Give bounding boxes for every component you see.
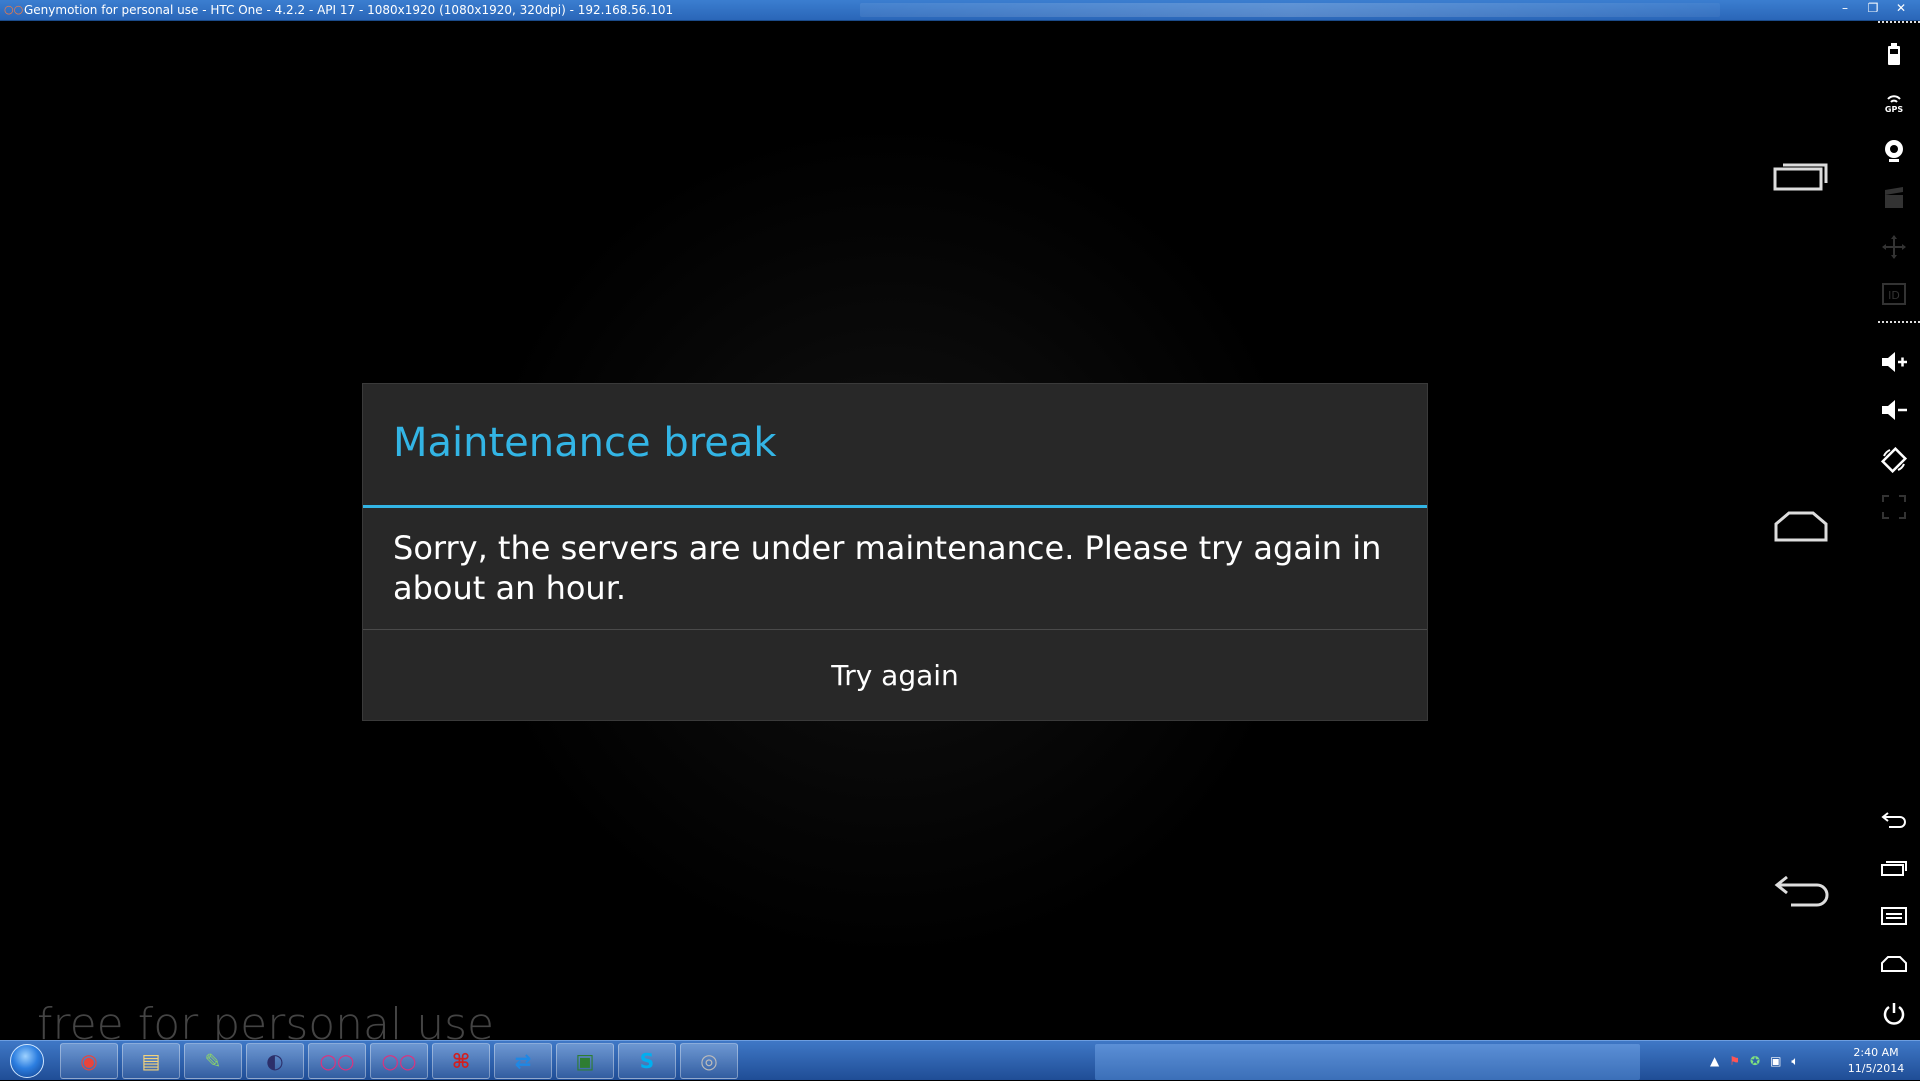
emulator-screen[interactable]: Maintenance break Sorry, the servers are… — [0, 21, 1868, 1050]
adobe-reader-icon: ⌘ — [451, 1049, 471, 1073]
panel-recent-apps-icon[interactable] — [1868, 859, 1920, 877]
security-icon[interactable]: ✪ — [1750, 1054, 1760, 1068]
action-center-flag-icon[interactable]: ⚑ — [1729, 1054, 1740, 1068]
volume-down-icon[interactable] — [1868, 399, 1920, 421]
volume-icon[interactable]: 🔈︎ — [1791, 1054, 1798, 1069]
taskbar-clock[interactable]: 2:40 AM 11/5/2014 — [1836, 1045, 1916, 1077]
back-icon[interactable] — [1773, 869, 1833, 909]
minimize-button[interactable]: – — [1832, 0, 1858, 18]
dialog-message: Sorry, the servers are under maintenance… — [393, 529, 1382, 607]
camera-icon[interactable] — [1868, 139, 1920, 163]
video-capture-icon — [1868, 187, 1920, 209]
taskbar-item-teamviewer[interactable]: ⇄ — [494, 1043, 552, 1079]
power-icon[interactable] — [1868, 1001, 1920, 1027]
window-title: Genymotion for personal use - HTC One - … — [24, 3, 674, 17]
windows-taskbar: ◉ ▤ ✎ ◐ ○○ ○○ ⌘ ⇄ ▣ S ◎ ▲ ⚑ ✪ ▣ 🔈︎ 2:40 AM 11/5/20… — [0, 1040, 1920, 1080]
taskbar-preview-area — [1095, 1044, 1640, 1080]
dialog-title-divider — [363, 505, 1427, 508]
genymotion-shell-icon: ○○ — [381, 1049, 417, 1073]
move-icon — [1868, 235, 1920, 259]
device-id-label: ID — [1888, 289, 1900, 302]
system-tray: ▲ ⚑ ✪ ▣ 🔈︎ — [1710, 1041, 1799, 1081]
maintenance-dialog: Maintenance break Sorry, the servers are… — [362, 383, 1428, 721]
notepad-plus-icon: ✎ — [204, 1049, 222, 1073]
try-again-button[interactable]: Try again — [363, 630, 1427, 721]
taskbar-item-genymotion[interactable]: ○○ — [308, 1043, 366, 1079]
clock-date: 11/5/2014 — [1847, 1062, 1905, 1075]
panel-divider — [1878, 321, 1920, 323]
panel-home-icon[interactable] — [1868, 955, 1920, 973]
taskbar-item-skype[interactable]: S — [618, 1043, 676, 1079]
teamviewer-icon: ⇄ — [514, 1049, 532, 1073]
restore-button[interactable]: ❐ — [1860, 0, 1886, 18]
network-icon[interactable]: ▣ — [1770, 1054, 1781, 1068]
close-button[interactable]: ✕ — [1888, 0, 1914, 18]
titlebar-background-tabs — [860, 3, 1720, 17]
rotate-icon[interactable] — [1868, 447, 1920, 473]
genymotion-widget-panel: GPS ID — [1868, 21, 1920, 1040]
gps-label: GPS — [1885, 105, 1903, 113]
windows-logo-icon — [10, 1044, 44, 1078]
taskbar-item-file-explorer[interactable]: ▤ — [122, 1043, 180, 1079]
gps-icon[interactable]: GPS — [1868, 91, 1920, 113]
skype-icon: S — [639, 1049, 655, 1073]
taskbar-item-eclipse[interactable]: ◐ — [246, 1043, 304, 1079]
clock-time: 2:40 AM — [1853, 1046, 1899, 1059]
media-icon: ◎ — [700, 1049, 718, 1073]
taskbar-item-genymotion-shell[interactable]: ○○ — [370, 1043, 428, 1079]
eclipse-icon: ◐ — [266, 1049, 284, 1073]
panel-menu-icon[interactable] — [1868, 907, 1920, 925]
start-button[interactable] — [2, 1042, 52, 1080]
taskbar-item-notepad-plus[interactable]: ✎ — [184, 1043, 242, 1079]
battery-icon[interactable] — [1868, 43, 1920, 65]
genymotion-app-icon: ○○ — [4, 3, 24, 16]
taskbar-item-media[interactable]: ◎ — [680, 1043, 738, 1079]
chrome-icon: ◉ — [80, 1049, 98, 1073]
file-explorer-icon: ▤ — [141, 1049, 161, 1073]
fullscreen-icon — [1868, 495, 1920, 519]
genymotion-icon: ○○ — [319, 1049, 355, 1073]
panel-back-icon[interactable] — [1868, 811, 1920, 829]
home-icon[interactable] — [1773, 510, 1829, 544]
device-id-icon: ID — [1868, 283, 1920, 305]
recent-apps-icon[interactable] — [1773, 157, 1829, 191]
taskbar-item-chrome[interactable]: ◉ — [60, 1043, 118, 1079]
tray-expand-icon[interactable]: ▲ — [1710, 1054, 1719, 1068]
window-titlebar[interactable]: ○○ Genymotion for personal use - HTC One… — [0, 0, 1920, 21]
dialog-title: Maintenance break — [393, 420, 777, 466]
monitor-icon: ▣ — [575, 1049, 595, 1073]
volume-up-icon[interactable] — [1868, 351, 1920, 373]
panel-divider — [1878, 21, 1920, 23]
taskbar-item-monitor[interactable]: ▣ — [556, 1043, 614, 1079]
taskbar-item-adobe-reader[interactable]: ⌘ — [432, 1043, 490, 1079]
